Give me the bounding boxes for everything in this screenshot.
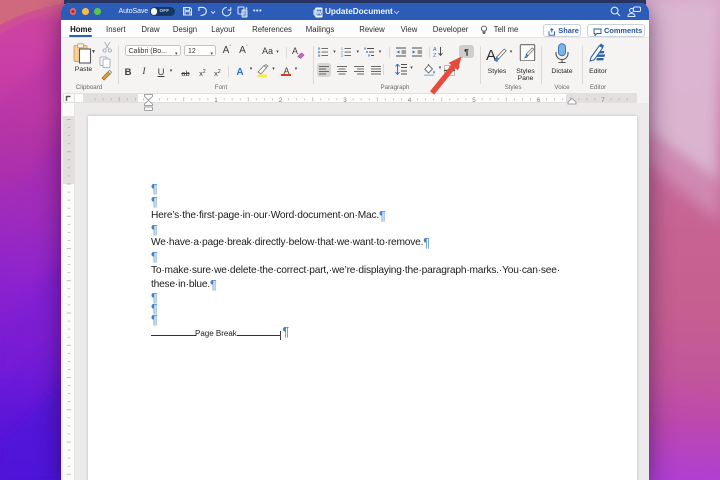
svg-text:1: 1 [214, 97, 218, 104]
svg-text:3: 3 [341, 54, 343, 57]
svg-text:2: 2 [279, 97, 283, 104]
svg-text:6: 6 [537, 97, 541, 104]
svg-text:3: 3 [343, 97, 347, 104]
svg-text:W: W [316, 10, 322, 16]
svg-text:4: 4 [408, 97, 412, 104]
svg-text:7: 7 [601, 97, 605, 104]
